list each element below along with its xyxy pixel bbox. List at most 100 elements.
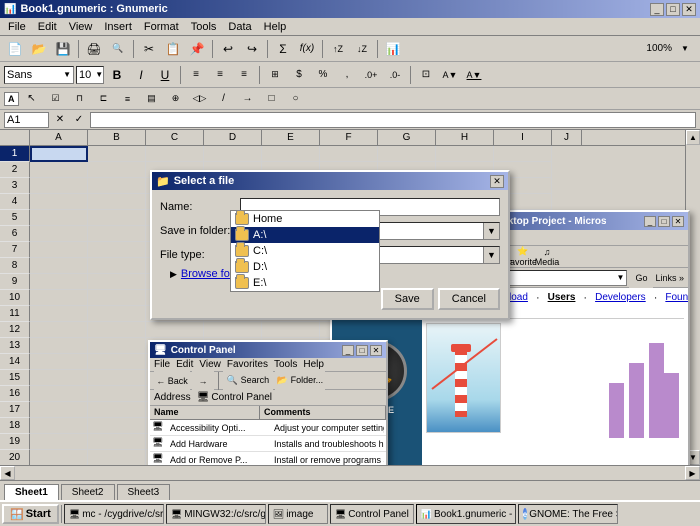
- ie-maximize-button[interactable]: □: [658, 216, 670, 227]
- cell-2-1[interactable]: [88, 162, 146, 178]
- open-button[interactable]: 📂: [28, 39, 50, 59]
- cp-minimize-button[interactable]: _: [342, 345, 354, 356]
- dropdown-item-a[interactable]: A:\: [231, 227, 379, 243]
- close-button[interactable]: ✕: [682, 3, 696, 16]
- sheet-tab-3[interactable]: Sheet3: [117, 484, 171, 500]
- col-header-g[interactable]: G: [378, 130, 436, 145]
- cell-c1[interactable]: [146, 146, 204, 162]
- cut-button[interactable]: ✂: [138, 39, 160, 59]
- border-button[interactable]: ⊡: [415, 65, 437, 85]
- cell-19-0[interactable]: [30, 434, 88, 450]
- col-header-c[interactable]: C: [146, 130, 204, 145]
- cell-12-3[interactable]: [204, 322, 262, 338]
- taskbar-item-mingw[interactable]: 🖥 MINGW32:/c/src/gnum...: [166, 504, 266, 524]
- dialog-close-button[interactable]: ✕: [490, 175, 504, 188]
- minimize-button[interactable]: _: [650, 3, 664, 16]
- dropdown-item-home[interactable]: Home: [231, 211, 379, 227]
- menu-edit[interactable]: Edit: [32, 18, 63, 35]
- taskbar-item-cpanel[interactable]: 🖥 Control Panel: [330, 504, 414, 524]
- cell-12-0[interactable]: [30, 322, 88, 338]
- draw-rect[interactable]: □: [261, 89, 283, 109]
- cell-8-0[interactable]: [30, 258, 88, 274]
- redo-button[interactable]: ↪: [241, 39, 263, 59]
- cell-20-0[interactable]: [30, 450, 88, 465]
- sheet-tab-2[interactable]: Sheet2: [61, 484, 115, 500]
- row-number-17[interactable]: 17: [0, 402, 30, 418]
- scroll-right-arrow[interactable]: ▶: [685, 466, 700, 480]
- cell-b1[interactable]: [88, 146, 146, 162]
- dialog-cancel-button[interactable]: Cancel: [438, 288, 500, 310]
- cell-10-0[interactable]: [30, 290, 88, 306]
- draw-select[interactable]: ↖: [21, 89, 43, 109]
- ie-media-button[interactable]: ♫ Media: [536, 247, 558, 267]
- undo-button[interactable]: ↩: [217, 39, 239, 59]
- align-center-button[interactable]: ≡: [209, 65, 231, 85]
- scroll-left-arrow[interactable]: ◀: [0, 466, 15, 480]
- dialog-filetype-dropdown-button[interactable]: ▼: [483, 247, 499, 263]
- col-header-i[interactable]: I: [494, 130, 552, 145]
- accept-formula-button[interactable]: ✓: [71, 112, 87, 128]
- cell-h1[interactable]: [436, 146, 494, 162]
- ie-close-button[interactable]: ✕: [672, 216, 684, 227]
- italic-button[interactable]: I: [130, 65, 152, 85]
- cell-8-1[interactable]: [88, 258, 146, 274]
- row-number-20[interactable]: 20: [0, 450, 30, 465]
- cell-a1[interactable]: [30, 146, 88, 162]
- cell-g1[interactable]: [378, 146, 436, 162]
- gnome-nav-foundation[interactable]: Foundation: [665, 292, 688, 314]
- align-right-button[interactable]: ≡: [233, 65, 255, 85]
- cell-12-2[interactable]: [146, 322, 204, 338]
- draw-list[interactable]: ≡: [117, 89, 139, 109]
- row-number-11[interactable]: 11: [0, 306, 30, 322]
- col-header-a[interactable]: A: [30, 130, 88, 145]
- cell-15-1[interactable]: [88, 370, 146, 386]
- draw-spin[interactable]: ⊕: [165, 89, 187, 109]
- menu-insert[interactable]: Insert: [98, 18, 138, 35]
- cell-12-1[interactable]: [88, 322, 146, 338]
- cp-menu-help[interactable]: Help: [303, 359, 324, 370]
- row-number-18[interactable]: 18: [0, 418, 30, 434]
- draw-slider[interactable]: ◁▷: [189, 89, 211, 109]
- increase-decimal-button[interactable]: .0+: [360, 65, 382, 85]
- underline-button[interactable]: U: [154, 65, 176, 85]
- col-header-h[interactable]: H: [436, 130, 494, 145]
- cell-3-1[interactable]: [88, 178, 146, 194]
- cp-menu-edit[interactable]: Edit: [176, 359, 193, 370]
- scroll-track-h[interactable]: [15, 466, 685, 480]
- gnome-nav-developers[interactable]: Developers: [595, 292, 646, 314]
- cell-14-0[interactable]: [30, 354, 88, 370]
- save-button[interactable]: 💾: [52, 39, 74, 59]
- merge-button[interactable]: ⊞: [264, 65, 286, 85]
- draw-combo[interactable]: ▤: [141, 89, 163, 109]
- cell-20-1[interactable]: [88, 450, 146, 465]
- cp-menu-tools[interactable]: Tools: [274, 359, 297, 370]
- row-number-19[interactable]: 19: [0, 434, 30, 450]
- sheet-tab-1[interactable]: Sheet1: [4, 484, 59, 500]
- cp-col-name[interactable]: Name: [150, 406, 260, 419]
- scroll-up-arrow[interactable]: ▲: [686, 130, 700, 145]
- row-number-10[interactable]: 10: [0, 290, 30, 306]
- cell-f1[interactable]: [320, 146, 378, 162]
- row-number-1[interactable]: 1: [0, 146, 30, 162]
- draw-arrow[interactable]: →: [237, 89, 259, 109]
- cell-3-0[interactable]: [30, 178, 88, 194]
- gnome-nav-users[interactable]: Users: [548, 292, 576, 314]
- row-number-13[interactable]: 13: [0, 338, 30, 354]
- bold-button[interactable]: B: [106, 65, 128, 85]
- cell-10-1[interactable]: [88, 290, 146, 306]
- row-number-16[interactable]: 16: [0, 386, 30, 402]
- font-color-button[interactable]: A▼: [463, 65, 485, 85]
- font-size-selector[interactable]: 10 ▼: [76, 66, 104, 84]
- row-number-8[interactable]: 8: [0, 258, 30, 274]
- paste-button[interactable]: 📌: [186, 39, 208, 59]
- cell-18-1[interactable]: [88, 418, 146, 434]
- cp-menu-favorites[interactable]: Favorites: [227, 359, 268, 370]
- cell-13-0[interactable]: [30, 338, 88, 354]
- cell-17-1[interactable]: [88, 402, 146, 418]
- menu-tools[interactable]: Tools: [185, 18, 223, 35]
- draw-checkbox[interactable]: ☑: [45, 89, 67, 109]
- cp-forward-button[interactable]: →: [192, 371, 214, 391]
- decrease-decimal-button[interactable]: .0-: [384, 65, 406, 85]
- cell-9-0[interactable]: [30, 274, 88, 290]
- preview-button[interactable]: 🔍: [107, 39, 129, 59]
